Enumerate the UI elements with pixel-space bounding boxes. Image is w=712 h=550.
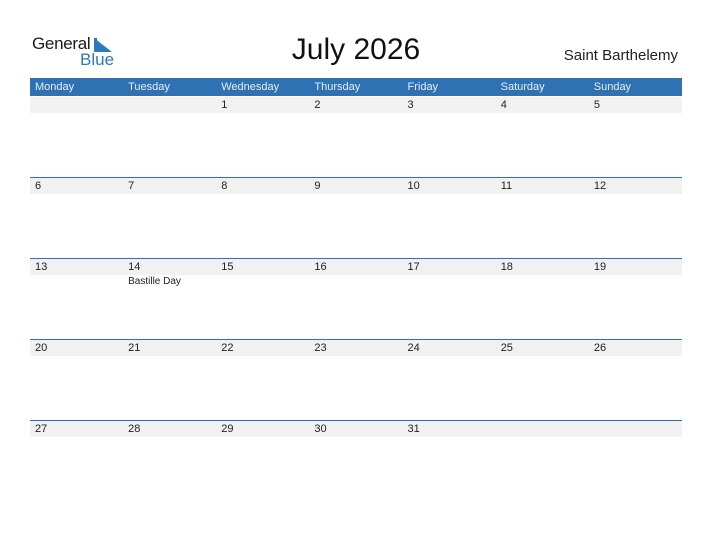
- day-number: 15: [221, 261, 234, 273]
- day-cell: 13: [30, 259, 123, 339]
- day-number: 24: [407, 342, 420, 354]
- day-number: 20: [35, 342, 48, 354]
- day-cell: 7: [123, 178, 216, 258]
- day-cell: 2: [309, 97, 402, 177]
- day-number: 4: [500, 99, 507, 111]
- holiday-label: Bastille Day: [128, 276, 181, 287]
- day-number: 5: [593, 99, 600, 111]
- day-cell: 16: [309, 259, 402, 339]
- weekday-saturday: Saturday: [500, 81, 545, 93]
- weekday-wednesday: Wednesday: [221, 81, 280, 93]
- weekday-header: Monday Tuesday Wednesday Thursday Friday…: [30, 78, 682, 96]
- day-number: 13: [35, 261, 48, 273]
- day-cell: [496, 421, 589, 501]
- day-number: 25: [500, 342, 513, 354]
- day-cell: 11: [496, 178, 589, 258]
- day-number: 28: [128, 423, 141, 435]
- weekday-tuesday: Tuesday: [128, 81, 170, 93]
- day-cell: 12: [589, 178, 682, 258]
- day-cell: 23: [309, 340, 402, 420]
- day-cell: 5: [589, 97, 682, 177]
- day-cell: 30: [309, 421, 402, 501]
- week-row: 13 14 Bastille Day 15 16 17 18 19: [30, 258, 682, 340]
- day-number: 14: [128, 261, 141, 273]
- country-name: Saint Barthelemy: [563, 47, 678, 64]
- day-cell: 25: [496, 340, 589, 420]
- day-number: 6: [35, 180, 42, 192]
- day-number: 23: [314, 342, 327, 354]
- day-number: 12: [593, 180, 607, 192]
- day-number: 29: [221, 423, 234, 435]
- day-number: 21: [128, 342, 141, 354]
- day-cell: [30, 97, 123, 177]
- day-cell: 9: [309, 178, 402, 258]
- day-cell: 4: [496, 97, 589, 177]
- day-cell: 24: [403, 340, 496, 420]
- day-cell: 6: [30, 178, 123, 258]
- day-number: 18: [500, 261, 513, 273]
- week-row: 1 2 3 4 5: [30, 97, 682, 178]
- week-row: 27 28 29 30 31: [30, 420, 682, 502]
- day-cell: 29: [216, 421, 309, 501]
- day-cell: 20: [30, 340, 123, 420]
- day-cell: 19: [589, 259, 682, 339]
- weekday-friday: Friday: [407, 81, 439, 93]
- day-cell: 3: [403, 97, 496, 177]
- day-cell: 26: [589, 340, 682, 420]
- day-cell: 17: [403, 259, 496, 339]
- day-number: 9: [314, 180, 321, 192]
- day-cell: 15: [216, 259, 309, 339]
- day-number: 10: [407, 180, 420, 192]
- day-number: 19: [593, 261, 607, 273]
- day-number: 31: [407, 423, 420, 435]
- day-number: 16: [314, 261, 327, 273]
- day-cell: 8: [216, 178, 309, 258]
- weekday-monday: Monday: [35, 81, 75, 93]
- day-number: 3: [407, 99, 414, 111]
- day-number: 1: [221, 99, 228, 111]
- day-cell: [123, 97, 216, 177]
- day-number: 11: [500, 180, 513, 192]
- weekday-sunday: Sunday: [593, 81, 632, 93]
- day-cell: 27: [30, 421, 123, 501]
- day-cell: 28: [123, 421, 216, 501]
- day-number: 27: [35, 423, 48, 435]
- day-cell: 22: [216, 340, 309, 420]
- day-number: 30: [314, 423, 327, 435]
- day-number: 2: [314, 99, 321, 111]
- day-cell: 14 Bastille Day: [123, 259, 216, 339]
- day-number: 8: [221, 180, 228, 192]
- week-row: 20 21 22 23 24 25 26: [30, 339, 682, 421]
- day-cell: 10: [403, 178, 496, 258]
- day-cell: 21: [123, 340, 216, 420]
- day-cell: 1: [216, 97, 309, 177]
- day-number: 22: [221, 342, 234, 354]
- week-row: 6 7 8 9 10 11 12: [30, 177, 682, 259]
- day-cell: 18: [496, 259, 589, 339]
- weekday-thursday: Thursday: [314, 81, 361, 93]
- day-number: 7: [128, 180, 135, 192]
- day-cell: 31: [403, 421, 496, 501]
- day-number: 26: [593, 342, 607, 354]
- day-number: 17: [407, 261, 420, 273]
- day-cell: [589, 421, 682, 501]
